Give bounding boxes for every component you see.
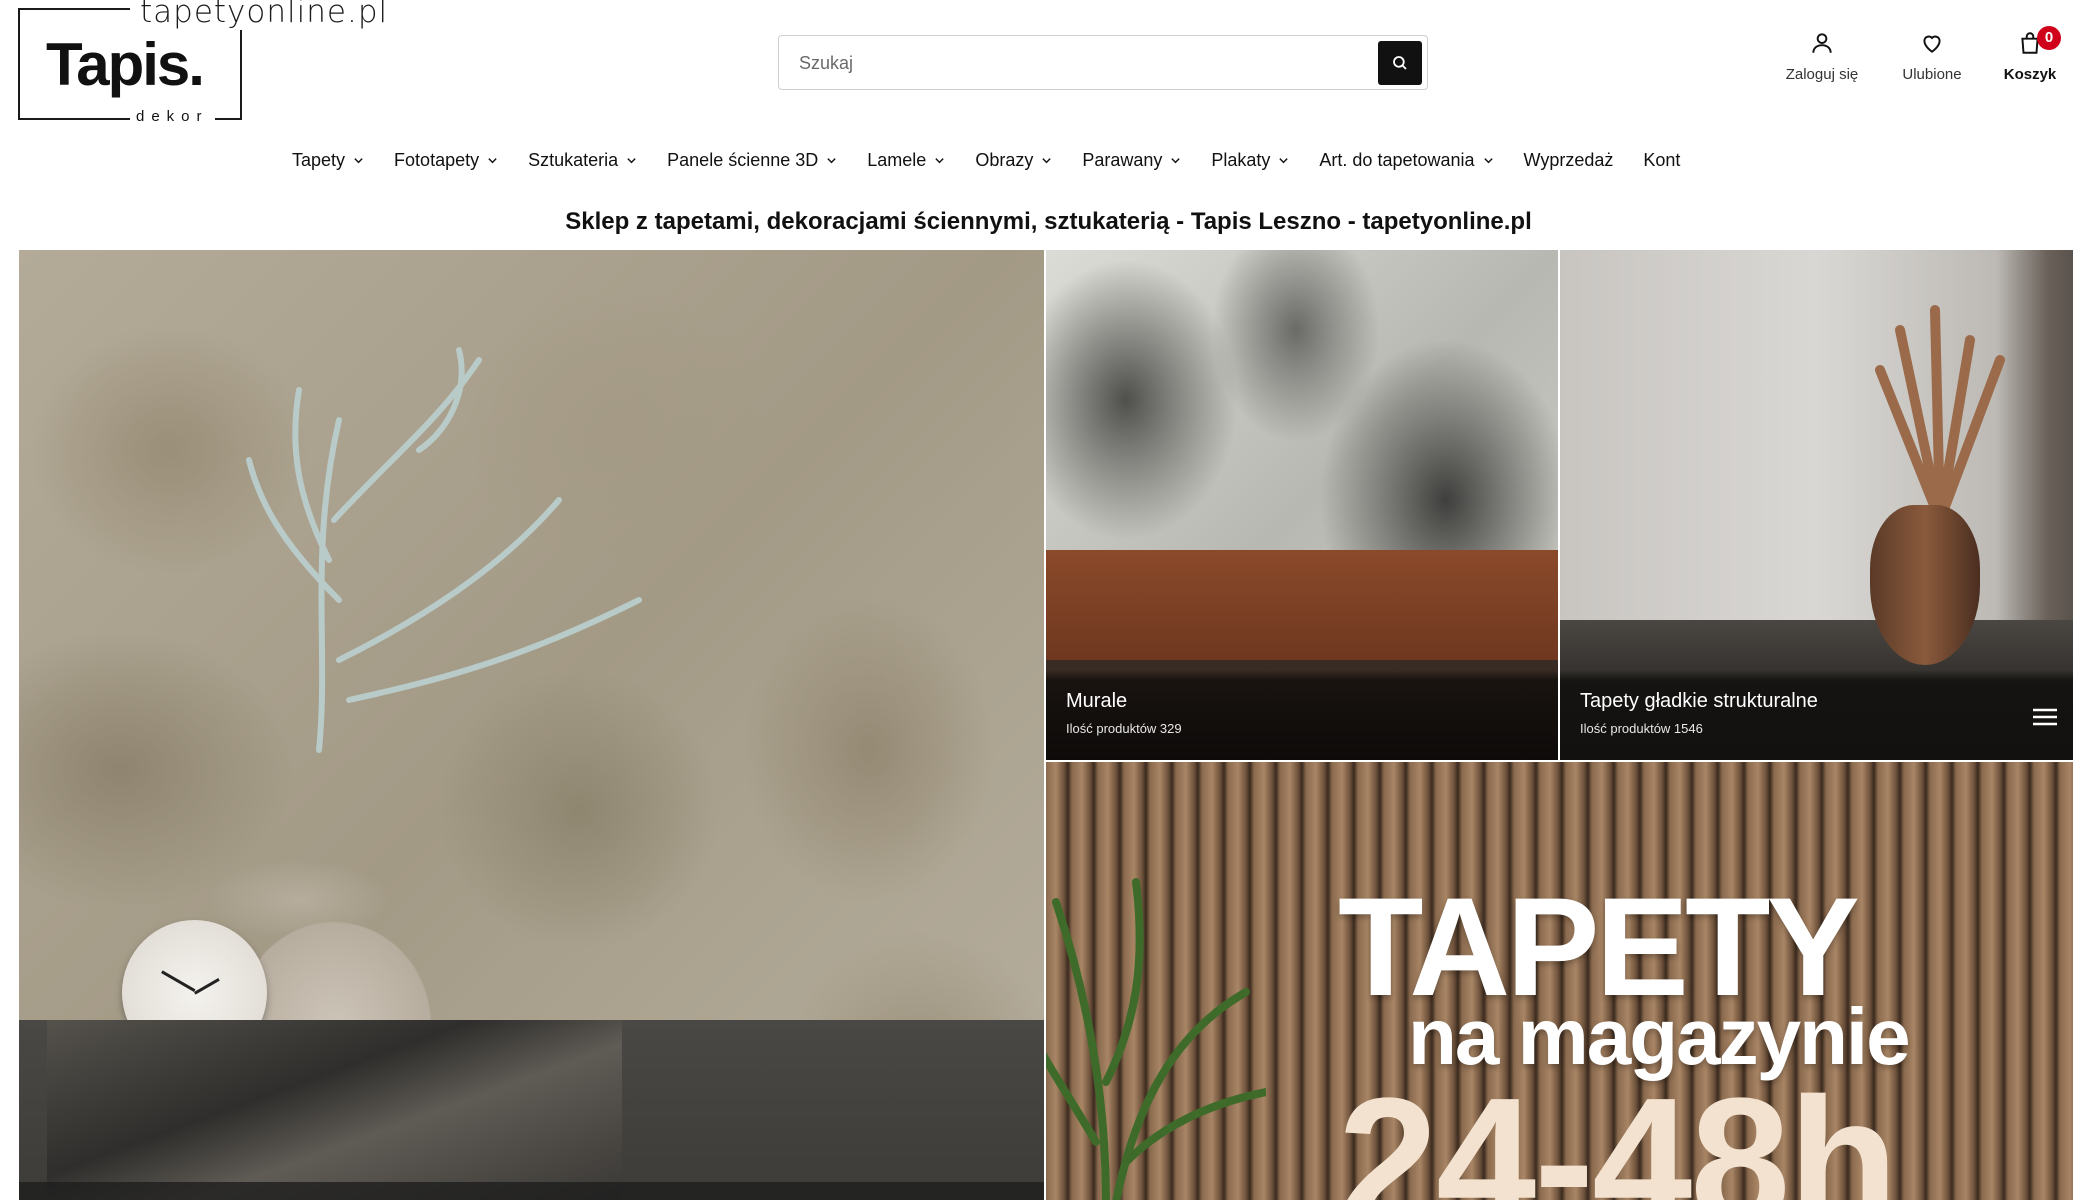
nav-item-label: Wyprzedaż: [1523, 149, 1614, 170]
cart-link[interactable]: 0 Koszyk: [1975, 26, 2085, 83]
favorites-link[interactable]: Ulubione: [1877, 30, 1987, 83]
marble-stand: [47, 1020, 622, 1200]
search-input[interactable]: [799, 46, 1379, 80]
pampas-decoration: [1875, 305, 2005, 520]
chevron-down-icon: [1279, 157, 1289, 163]
chevron-down-icon: [1042, 157, 1052, 163]
search-bar: [778, 35, 1428, 90]
site-logo[interactable]: tapetyonline.pl Tapis. dekor: [18, 0, 395, 125]
logo-subtitle: dekor: [130, 108, 215, 125]
nav-item-label: Art. do tapetowania: [1319, 149, 1475, 170]
nav-item-parawany[interactable]: Parawany: [1082, 145, 1181, 175]
nav-item-label: Parawany: [1082, 149, 1163, 170]
nav-item-label: Sztukateria: [528, 149, 619, 170]
vase-decoration: [1870, 505, 1980, 665]
nav-item-obrazy[interactable]: Obrazy: [975, 145, 1052, 175]
nav-item-label: Lamele: [867, 149, 927, 170]
chevron-down-icon: [354, 157, 363, 163]
nav-item-label: Kont: [1643, 149, 1681, 170]
tile-caption: Tapety gładkie strukturalne Ilość produk…: [1580, 690, 1818, 736]
menu-icon[interactable]: [2033, 708, 2057, 726]
nav-item-label: Fototapety: [394, 149, 480, 170]
cart-count-badge: 0: [2037, 26, 2061, 50]
tile-title: Tapety gładkie strukturalne: [1580, 690, 1818, 712]
nav-item-fototapety[interactable]: Fototapety: [394, 145, 498, 175]
plant-decoration: [1046, 878, 1266, 1200]
logo-domain: tapetyonline.pl: [134, 0, 395, 30]
main-nav: Tapety Fototapety Sztukateria Panele ścienn…: [292, 140, 1792, 180]
nav-item-wyprzedaż[interactable]: Wyprzedaż: [1524, 145, 1614, 175]
nav-item-label: Obrazy: [975, 149, 1034, 170]
tile-caption: Murale Ilość produktów 329: [1066, 690, 1182, 736]
nav-item-sztukateria[interactable]: Sztukateria: [528, 145, 637, 175]
chevron-down-icon: [627, 157, 636, 163]
tile-product-count: Ilość produktów 329: [1066, 721, 1182, 736]
user-icon: [1812, 33, 1832, 53]
banner-bottom-bar: [19, 1182, 1044, 1200]
chevron-down-icon: [935, 157, 944, 163]
favorites-label: Ulubione: [1902, 66, 1962, 83]
chevron-down-icon: [1171, 157, 1181, 163]
search-icon: [1393, 56, 1407, 70]
chevron-down-icon: [1483, 157, 1493, 163]
account-label: Zaloguj się: [1785, 66, 1859, 83]
page-tagline: Sklep z tapetami, dekoracjami ściennymi,…: [565, 208, 1532, 235]
account-link[interactable]: Zaloguj się: [1767, 30, 1877, 83]
category-tile-gladkie[interactable]: Tapety gładkie strukturalne Ilość produk…: [1560, 250, 2073, 760]
nav-item-label: Panele ścienne 3D: [667, 149, 819, 170]
nav-item-panele-ścienne-3d[interactable]: Panele ścienne 3D: [667, 145, 837, 175]
logo-name: Tapis.: [46, 31, 205, 98]
nav-item-label: Plakaty: [1211, 149, 1271, 170]
cart-label: Koszyk: [2003, 66, 2057, 83]
promo-banner-stock[interactable]: TAPETY na magazynie 24-48h: [1046, 762, 2073, 1200]
branch-decoration: [246, 347, 642, 753]
nav-item-plakaty[interactable]: Plakaty: [1211, 145, 1289, 175]
site-header: tapetyonline.pl Tapis. dekor Zaloguj się…: [0, 0, 2097, 140]
category-grid: Murale Ilość produktów 329 Tapety gładki…: [19, 250, 2073, 1200]
search-button[interactable]: [1378, 41, 1422, 85]
chevron-down-icon: [488, 157, 497, 163]
nav-item-tapety[interactable]: Tapety: [292, 145, 364, 175]
header-actions: Zaloguj się Ulubione 0 Koszyk: [1767, 26, 2097, 90]
hero-banner[interactable]: [19, 250, 1044, 1200]
promo-delivery-time: 24-48h: [1338, 1061, 1898, 1200]
tile-product-count: Ilość produktów 1546: [1580, 721, 1703, 736]
tile-title: Murale: [1066, 690, 1128, 712]
chevron-down-icon: [827, 157, 836, 163]
category-tile-murale[interactable]: Murale Ilość produktów 329: [1046, 250, 1558, 760]
nav-item-label: Tapety: [292, 149, 346, 170]
nav-item-kont[interactable]: Kont: [1643, 145, 1680, 175]
nav-item-lamele[interactable]: Lamele: [867, 145, 945, 175]
nav-item-art-do-tapetowania[interactable]: Art. do tapetowania: [1319, 145, 1493, 175]
heart-icon: [1923, 35, 1941, 53]
